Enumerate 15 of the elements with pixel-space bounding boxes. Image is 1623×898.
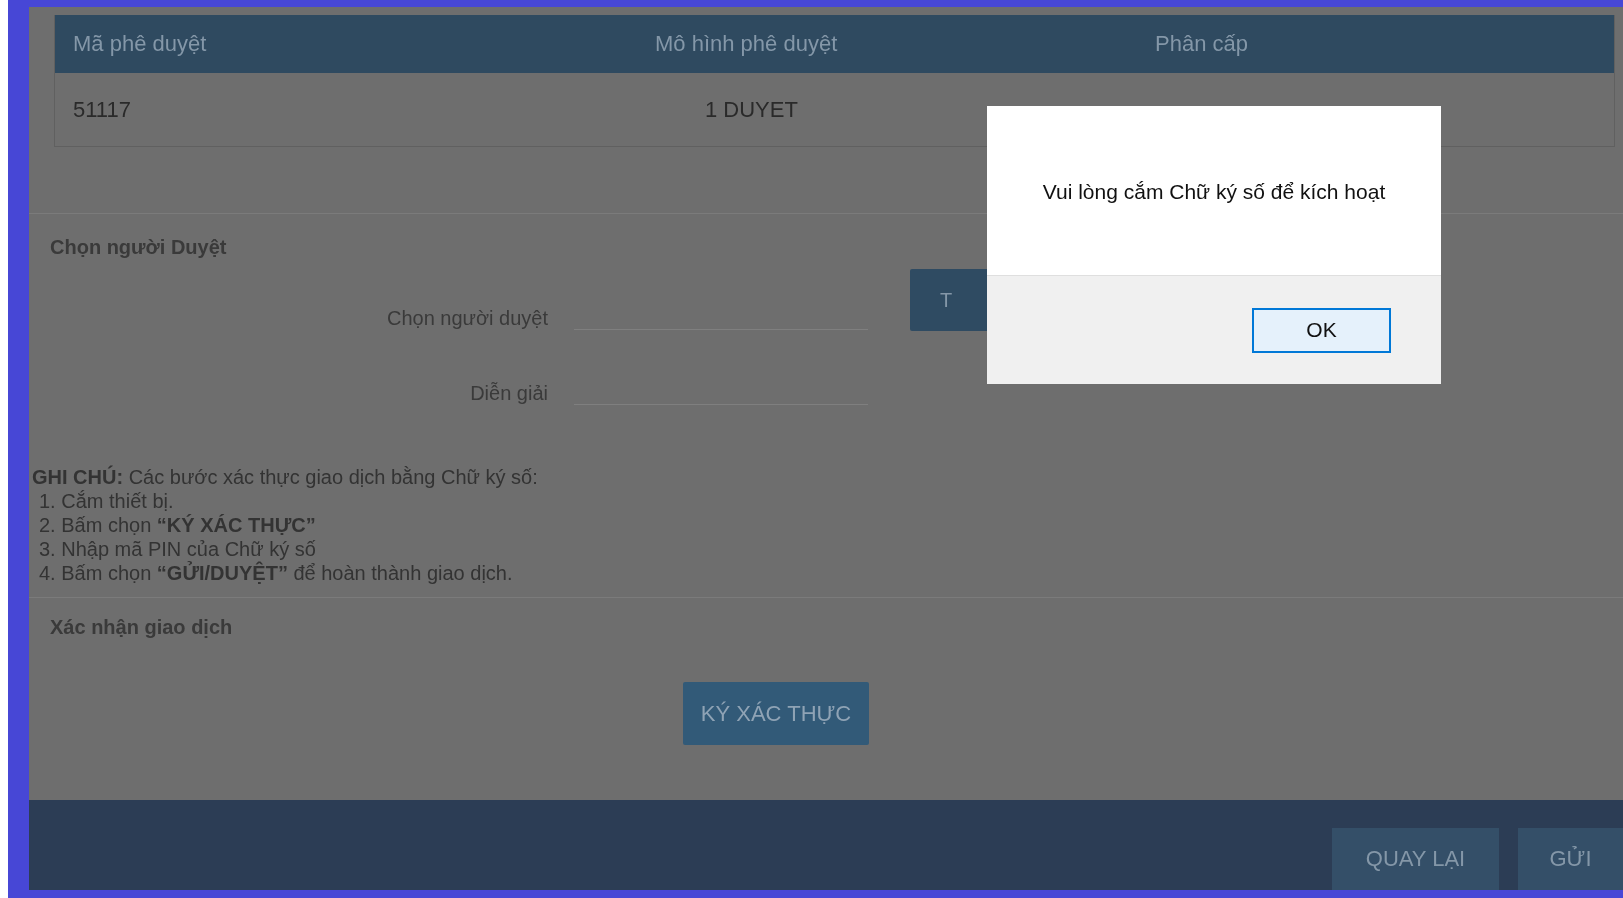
note-text: 4. Bấm chọn “GỬI/DUYỆT” để hoàn thành giao dịch. (38, 561, 514, 585)
note-text: 3. Nhập mã PIN của Chữ ký số (38, 537, 317, 561)
note-text: 1. Cắm thiết bị. (38, 489, 175, 513)
ok-button[interactable]: OK (1252, 307, 1391, 353)
footer-button[interactable]: GỬI (1518, 828, 1623, 890)
table-cell-text: 1 DUYET (704, 96, 799, 123)
column-header: Phân cấp (1155, 31, 1248, 57)
note-text: 2. Bấm chọn “KÝ XÁC THỰC” (38, 513, 317, 537)
note-text: GHI CHÚ: Các bước xác thực giao dịch bằng Chữ ký số: (31, 465, 539, 489)
sign-button[interactable]: KÝ XÁC THỰC (682, 682, 870, 745)
table-cell-text: 51117 (72, 96, 132, 123)
dialog-message: Vui lòng cắm Chữ ký số để kích hoạt (1042, 179, 1386, 204)
column-header: Mô hình phê duyệt (655, 31, 839, 57)
footer-button[interactable]: QUAY LẠI (1332, 828, 1499, 890)
column-header: Mã phê duyệt (72, 31, 208, 57)
